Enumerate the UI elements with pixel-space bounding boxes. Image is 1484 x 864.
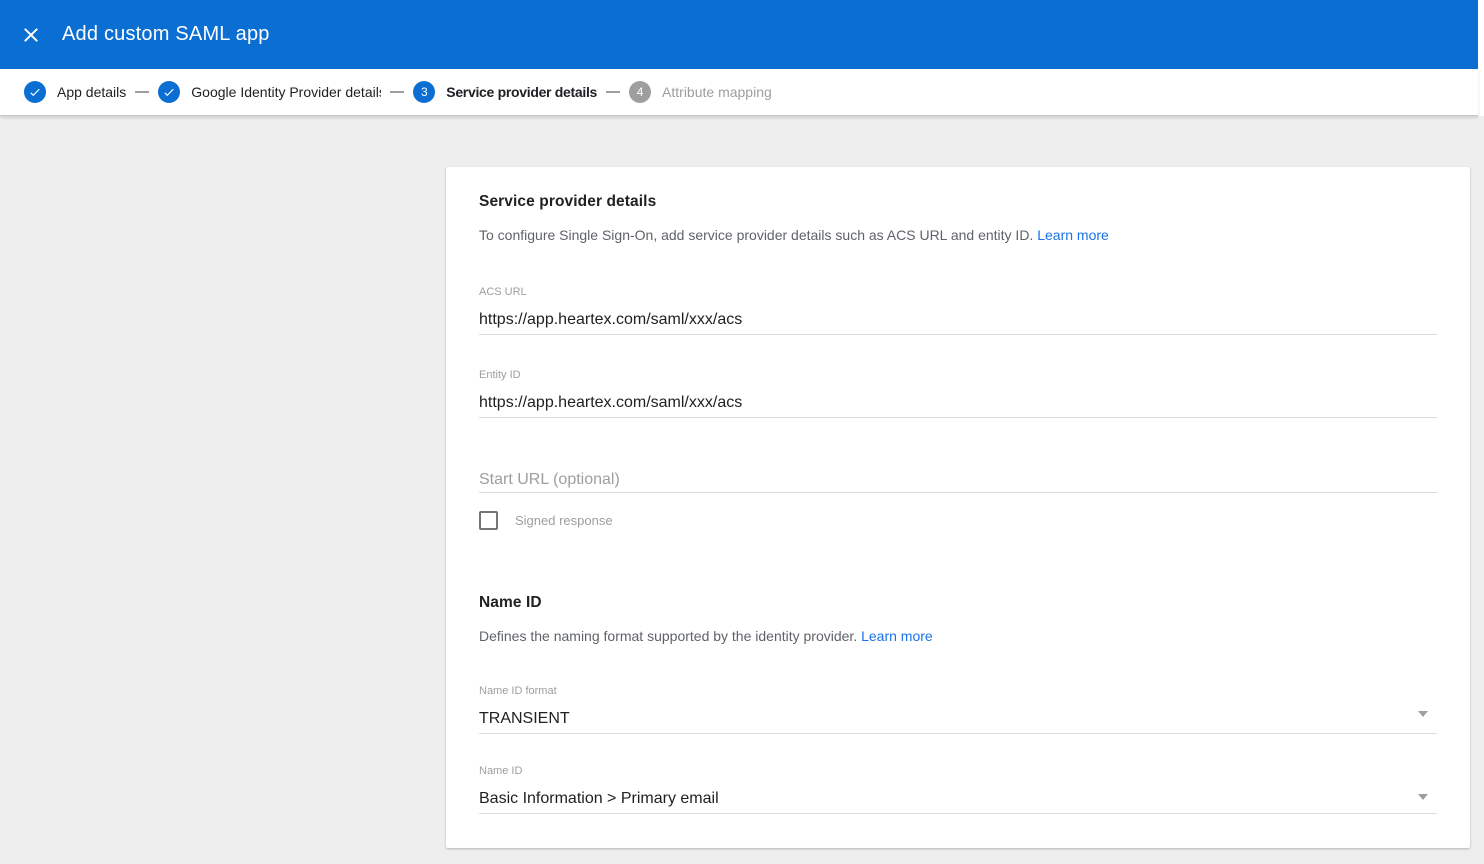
step-3-label: Service provider details: [446, 84, 597, 100]
step-1-complete-circle: [24, 81, 46, 103]
step-app-details[interactable]: App details: [24, 81, 126, 103]
name-id-description-text: Defines the naming format supported by t…: [479, 628, 857, 644]
section-description: To configure Single Sign-On, add service…: [479, 226, 1437, 245]
service-provider-card: Service provider details To configure Si…: [446, 167, 1470, 848]
learn-more-link[interactable]: Learn more: [1037, 227, 1109, 243]
step-2-label: Google Identity Provider details: [191, 84, 381, 100]
section-title-service-provider-details: Service provider details: [479, 193, 1437, 211]
name-id-select[interactable]: Basic Information > Primary email: [479, 788, 1437, 814]
start-url-input[interactable]: Start URL (optional): [479, 469, 1437, 493]
name-id-label: Name ID: [479, 765, 1437, 778]
step-attribute-mapping[interactable]: 4 Attribute mapping: [629, 81, 772, 103]
name-id-format-select[interactable]: TRANSIENT: [479, 708, 1437, 734]
entity-id-input[interactable]: https://app.heartex.com/saml/xxx/acs: [479, 392, 1437, 418]
check-icon: [162, 85, 176, 99]
acs-url-label: ACS URL: [479, 286, 1437, 299]
step-2-complete-circle: [158, 81, 180, 103]
signed-response-row: Signed response: [479, 511, 1437, 530]
name-id-value: Basic Information > Primary email: [479, 790, 719, 807]
check-icon: [28, 85, 42, 99]
step-service-provider-details[interactable]: 3 Service provider details: [413, 81, 597, 103]
name-id-format-value: TRANSIENT: [479, 710, 570, 727]
close-button[interactable]: [13, 17, 49, 53]
acs-url-field: ACS URL https://app.heartex.com/saml/xxx…: [479, 286, 1437, 335]
section-title-name-id: Name ID: [479, 594, 1437, 612]
name-id-field: Name ID Basic Information > Primary emai…: [479, 765, 1437, 814]
name-id-format-field: Name ID format TRANSIENT: [479, 685, 1437, 734]
start-url-field: Start URL (optional): [479, 469, 1437, 493]
step-google-idp-details[interactable]: Google Identity Provider details: [158, 81, 381, 103]
content-area: Service provider details To configure Si…: [0, 116, 1484, 864]
acs-url-input[interactable]: https://app.heartex.com/saml/xxx/acs: [479, 309, 1437, 335]
step-connector: [390, 91, 404, 93]
wizard-stepper: App details Google Identity Provider det…: [0, 69, 1478, 116]
step-connector: [135, 91, 149, 93]
signed-response-checkbox[interactable]: [479, 511, 498, 530]
entity-id-label: Entity ID: [479, 369, 1437, 382]
step-connector: [606, 91, 620, 93]
name-id-format-label: Name ID format: [479, 685, 1437, 698]
step-4-label: Attribute mapping: [662, 84, 772, 100]
step-3-number-circle: 3: [413, 81, 435, 103]
close-icon: [23, 27, 39, 43]
scrollbar-track[interactable]: [1478, 0, 1484, 116]
step-4-number-circle: 4: [629, 81, 651, 103]
signed-response-label: Signed response: [515, 513, 613, 528]
learn-more-link-2[interactable]: Learn more: [861, 628, 933, 644]
dropdown-arrow-icon: [1418, 794, 1428, 800]
section-description-text: To configure Single Sign-On, add service…: [479, 227, 1033, 243]
step-1-label: App details: [57, 84, 126, 100]
entity-id-field: Entity ID https://app.heartex.com/saml/x…: [479, 369, 1437, 418]
dialog-header: Add custom SAML app: [0, 0, 1478, 69]
dropdown-arrow-icon: [1418, 711, 1428, 717]
name-id-description: Defines the naming format supported by t…: [479, 627, 1437, 646]
dialog-title: Add custom SAML app: [62, 23, 270, 46]
